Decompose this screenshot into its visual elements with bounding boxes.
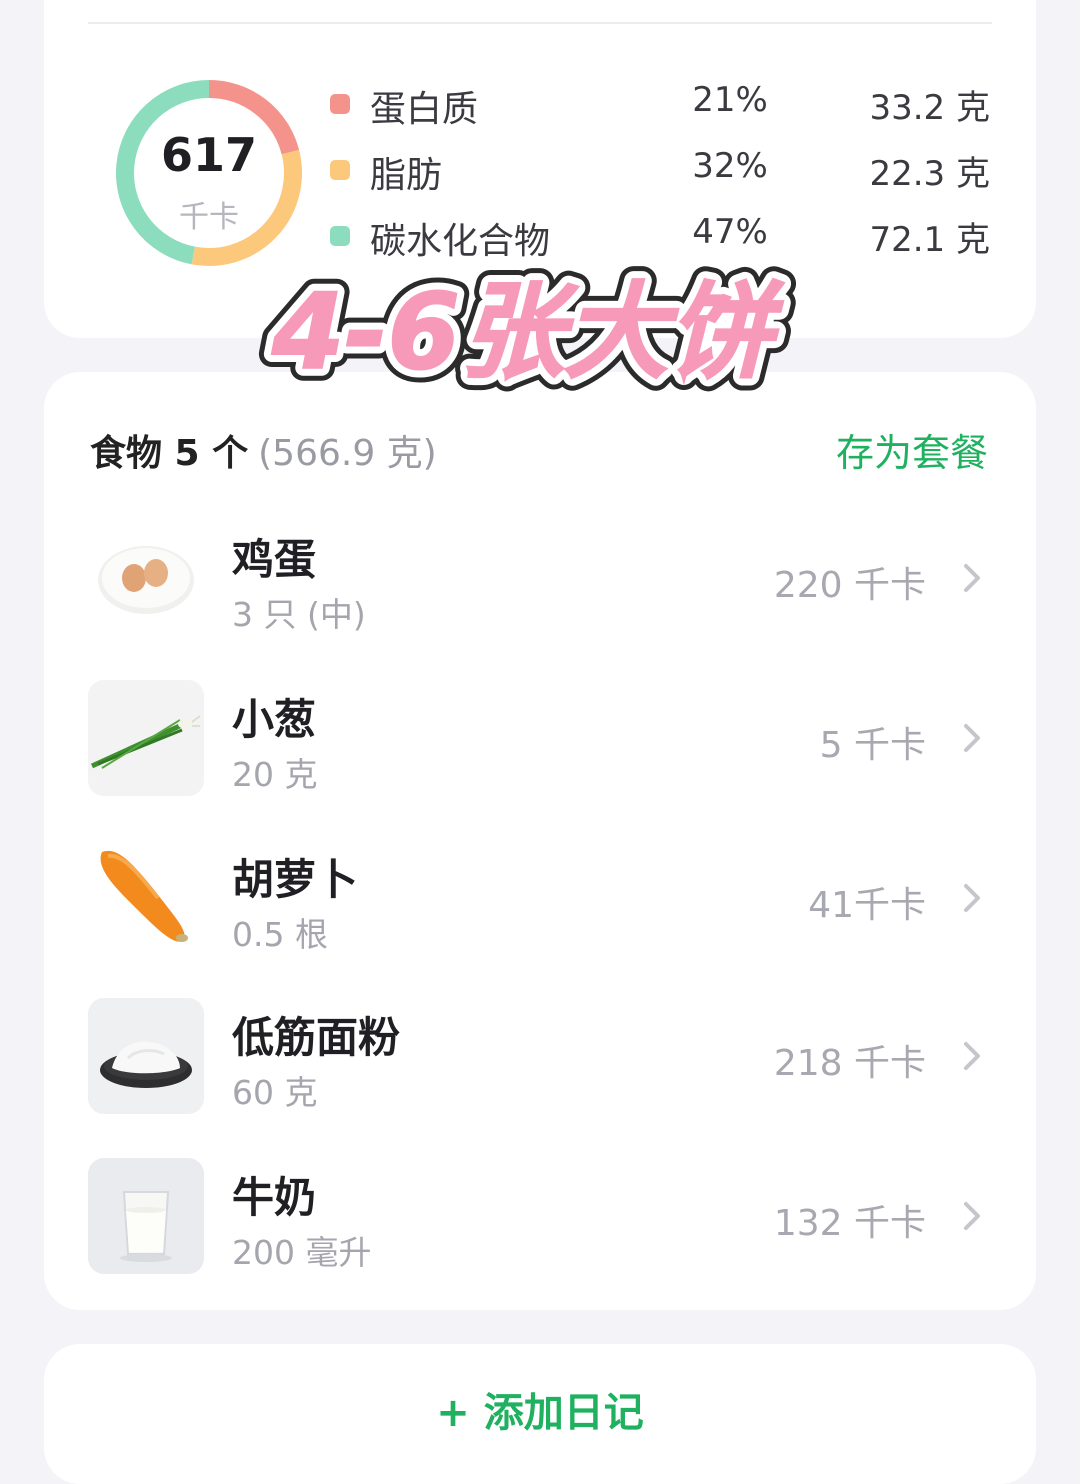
sticker-fill: 4-6张大饼 [271, 271, 785, 393]
food-quantity: 0.5 根 [232, 915, 328, 954]
macro-percent: 32% [692, 146, 768, 186]
macro-percent: 21% [692, 80, 768, 120]
macro-row-fat: 脂肪 32% 22.3 克 [330, 140, 990, 200]
food-kcal: 5 千卡 [819, 725, 926, 766]
chevron-right-icon [964, 1042, 980, 1070]
kcal-total: 617 [160, 128, 258, 182]
food-quantity: 200 毫升 [232, 1233, 372, 1272]
food-quantity: 3 只 (中) [232, 595, 366, 634]
fat-color-dot [330, 160, 350, 180]
scallion-icon [88, 680, 204, 796]
divider [88, 22, 992, 24]
add-diary-button[interactable]: + 添加日记 [44, 1380, 1036, 1438]
food-item-milk[interactable]: 牛奶 200 毫升 132 千卡 [88, 1158, 992, 1276]
food-item-carrot[interactable]: 胡萝卜 0.5 根 41千卡 [88, 840, 992, 958]
food-header: 食物 5 个 (566.9 克) [90, 424, 437, 476]
food-quantity: 20 克 [232, 755, 318, 794]
macro-grams: 22.3 克 [869, 154, 990, 194]
food-kcal: 220 千卡 [773, 565, 926, 606]
macro-name: 脂肪 [370, 155, 443, 196]
milk-glass-icon [88, 1158, 204, 1274]
macro-grams: 33.2 克 [869, 88, 990, 128]
macro-name: 蛋白质 [370, 89, 479, 130]
food-count: 食物 5 个 [90, 433, 249, 474]
food-quantity: 60 克 [232, 1073, 318, 1112]
food-kcal: 132 千卡 [773, 1203, 926, 1244]
food-list-card: 食物 5 个(566.9 克) 存为套餐 鸡蛋 3 只 (中) 220 千卡 [44, 372, 1036, 1310]
protein-color-dot [330, 94, 350, 114]
flour-icon [88, 998, 204, 1114]
food-kcal: 218 千卡 [773, 1043, 926, 1084]
food-total-weight: (566.9 克) [258, 433, 437, 474]
overlay-sticker-text: 4-6张大饼 4-6张大饼 4-6张大饼 [258, 258, 798, 406]
carrot-icon [88, 840, 204, 956]
carbs-color-dot [330, 226, 350, 246]
food-name: 鸡蛋 [232, 535, 317, 584]
chevron-right-icon [964, 564, 980, 592]
food-item-flour[interactable]: 低筋面粉 60 克 218 千卡 [88, 998, 992, 1116]
food-item-egg[interactable]: 鸡蛋 3 只 (中) 220 千卡 [88, 520, 992, 638]
food-name: 牛奶 [232, 1173, 317, 1222]
food-name: 低筋面粉 [232, 1013, 401, 1062]
egg-plate-icon [88, 520, 204, 636]
add-diary-card: + 添加日记 [44, 1344, 1036, 1484]
macro-percent: 47% [692, 212, 768, 252]
food-item-scallion[interactable]: 小葱 20 克 5 千卡 [88, 680, 992, 798]
kcal-unit: 千卡 [179, 200, 239, 235]
food-kcal: 41千卡 [808, 885, 926, 926]
food-name: 胡萝卜 [232, 855, 359, 904]
chevron-right-icon [964, 1202, 980, 1230]
macro-grams: 72.1 克 [869, 220, 990, 260]
macro-row-protein: 蛋白质 21% 33.2 克 [330, 74, 990, 134]
chevron-right-icon [964, 724, 980, 752]
food-name: 小葱 [232, 695, 317, 744]
save-as-meal-button[interactable]: 存为套餐 [836, 422, 988, 477]
chevron-right-icon [964, 884, 980, 912]
